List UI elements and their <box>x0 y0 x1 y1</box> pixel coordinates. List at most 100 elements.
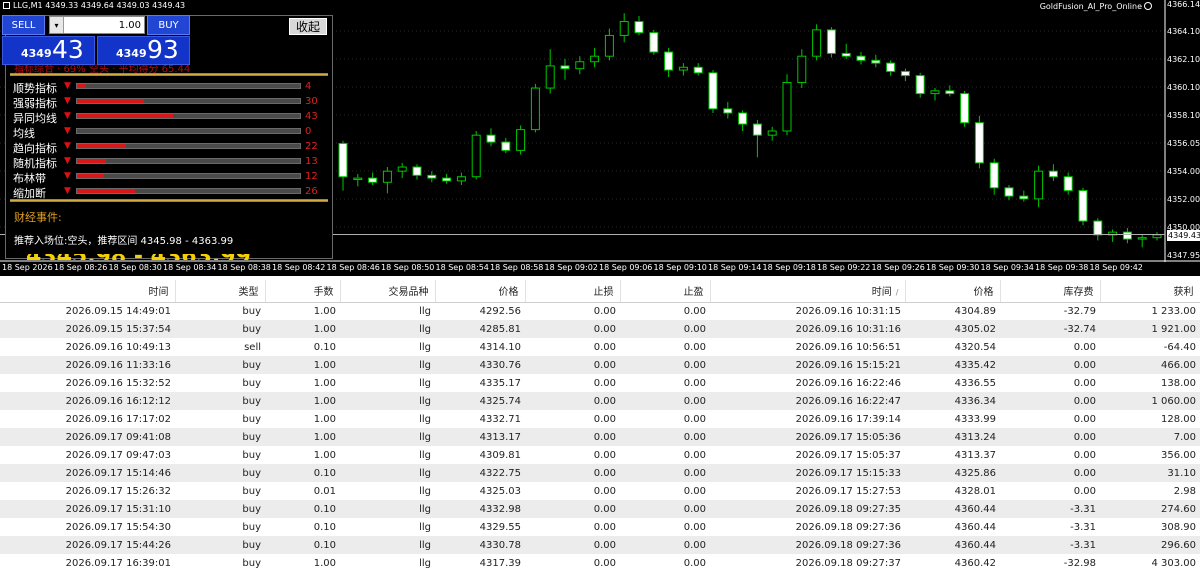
column-header[interactable]: 交易品种 <box>340 280 436 303</box>
candle-body <box>723 108 733 114</box>
table-cell: 4360.44 <box>905 500 1000 518</box>
table-cell: 0.00 <box>525 320 620 338</box>
table-cell: buy <box>175 464 265 482</box>
table-cell: 4285.81 <box>435 320 525 338</box>
table-row[interactable]: 2026.09.17 09:41:08 buy 1.00 llg 4313.17 0.00… <box>0 428 1200 446</box>
buy-price-small: 4349 <box>116 47 147 60</box>
table-cell: llg <box>340 392 435 410</box>
table-cell: 4304.89 <box>905 302 1000 320</box>
table-cell: 2026.09.17 09:41:08 <box>0 428 175 446</box>
time-axis-label: 18 Sep 09:30 <box>926 263 980 272</box>
indicator-value: 43 <box>305 111 318 122</box>
candle-body <box>841 52 851 57</box>
column-header[interactable]: 价格 <box>435 280 526 303</box>
candle <box>1122 227 1132 244</box>
candle-body <box>634 21 644 34</box>
column-header[interactable]: 止盈 <box>620 280 711 303</box>
candle <box>738 110 748 132</box>
column-header[interactable]: 获利 <box>1100 280 1200 303</box>
column-header[interactable]: 止损 <box>525 280 621 303</box>
table-row[interactable]: 2026.09.16 17:17:02 buy 1.00 llg 4332.71 0.00… <box>0 410 1200 428</box>
table-cell: 4292.56 <box>435 302 525 320</box>
candle <box>560 58 570 80</box>
table-cell: 2026.09.17 09:47:03 <box>0 446 175 464</box>
table-row[interactable]: 2026.09.17 16:39:01 buy 1.00 llg 4317.39 0.00… <box>0 554 1200 570</box>
candle <box>338 140 348 191</box>
lot-size-value[interactable]: 1.00 <box>64 20 144 31</box>
table-cell: 2026.09.17 15:05:36 <box>710 428 905 446</box>
table-cell: 4333.99 <box>905 410 1000 428</box>
candle <box>590 47 600 68</box>
candle-body <box>1019 195 1029 200</box>
time-axis-label: 18 Sep 09:10 <box>653 263 707 272</box>
candle-body <box>530 87 540 131</box>
lot-dropdown-icon[interactable]: ▾ <box>50 17 64 33</box>
candle-body <box>338 142 348 178</box>
table-cell: 0.00 <box>525 428 620 446</box>
table-cell: 1.00 <box>265 554 340 570</box>
candle <box>915 72 925 98</box>
sell-button[interactable]: SELL <box>2 15 45 35</box>
indicator-bar <box>76 143 301 149</box>
table-cell: 2026.09.15 15:37:54 <box>0 320 175 338</box>
history-table: 时间 类型 手数 交易品种 价格 止损 止盈 时间 / 价格 库存费 获利 2026.09.15 14… <box>0 280 1200 570</box>
table-cell: 0.00 <box>1000 428 1100 446</box>
time-axis-label: 18 Sep 08:58 <box>490 263 544 272</box>
candle <box>382 167 392 194</box>
table-cell: 4313.24 <box>905 428 1000 446</box>
column-header[interactable]: 时间 / <box>710 280 906 303</box>
table-row[interactable]: 2026.09.16 10:49:13 sell 0.10 llg 4314.10 0.0… <box>0 338 1200 356</box>
table-row[interactable]: 2026.09.16 11:33:16 buy 1.00 llg 4330.76 0.00… <box>0 356 1200 374</box>
table-row[interactable]: 2026.09.16 15:32:52 buy 1.00 llg 4335.17 0.00… <box>0 374 1200 392</box>
time-axis-label: 18 Sep 09:22 <box>817 263 871 272</box>
indicator-value: 13 <box>305 156 318 167</box>
table-cell: 4320.54 <box>905 338 1000 356</box>
table-row[interactable]: 2026.09.16 16:12:12 buy 1.00 llg 4325.74 0.00… <box>0 392 1200 410</box>
table-cell: 0.00 <box>525 392 620 410</box>
table-row[interactable]: 2026.09.17 15:14:46 buy 0.10 llg 4322.75 0.00… <box>0 464 1200 482</box>
table-row[interactable]: 2026.09.17 15:44:26 buy 0.10 llg 4330.78 0.00… <box>0 536 1200 554</box>
candle-body <box>1063 176 1073 192</box>
table-cell: 0.00 <box>525 374 620 392</box>
sell-price-button[interactable]: 4349 43 <box>2 35 95 65</box>
buy-button[interactable]: BUY <box>147 15 190 35</box>
table-cell: buy <box>175 536 265 554</box>
table-cell: 4325.03 <box>435 482 525 500</box>
buy-price-big: 93 <box>147 35 179 64</box>
time-axis-label: 18 Sep 09:18 <box>762 263 816 272</box>
time-axis-label: 18 Sep 08:54 <box>435 263 489 272</box>
candle-body <box>516 129 526 151</box>
candle <box>664 47 674 77</box>
column-header[interactable]: 手数 <box>265 280 341 303</box>
lot-size-field[interactable]: ▾ 1.00 <box>49 16 145 34</box>
candle-body <box>486 134 496 143</box>
table-cell: 7.00 <box>1100 428 1200 446</box>
candle-body <box>1093 220 1103 236</box>
table-cell: 2026.09.17 15:14:46 <box>0 464 175 482</box>
column-header[interactable]: 类型 <box>175 280 266 303</box>
column-header[interactable]: 价格 <box>905 280 1001 303</box>
column-header[interactable]: 库存费 <box>1000 280 1101 303</box>
buy-price-button[interactable]: 4349 93 <box>97 35 190 65</box>
candle-body <box>812 29 822 57</box>
column-header-label: 价格 <box>973 287 994 299</box>
table-cell: 2026.09.16 15:32:52 <box>0 374 175 392</box>
table-row[interactable]: 2026.09.17 15:26:32 buy 0.01 llg 4325.03 0.00… <box>0 482 1200 500</box>
table-row[interactable]: 2026.09.15 15:37:54 buy 1.00 llg 4285.81 0.00… <box>0 320 1200 338</box>
column-header[interactable]: 时间 <box>0 280 176 303</box>
trade-history[interactable]: 时间 类型 手数 交易品种 价格 止损 止盈 时间 / 价格 库存费 获利 2026.09.15 14… <box>0 280 1200 570</box>
table-row[interactable]: 2026.09.15 14:49:01 buy 1.00 llg 4292.56 0.00… <box>0 302 1200 320</box>
table-row[interactable]: 2026.09.17 09:47:03 buy 1.00 llg 4309.81 0.00… <box>0 446 1200 464</box>
table-cell: 2026.09.18 09:27:36 <box>710 536 905 554</box>
table-cell: 0.00 <box>525 338 620 356</box>
indicator-bar-fill <box>77 189 135 193</box>
candle <box>871 54 881 68</box>
table-cell: 0.00 <box>620 338 710 356</box>
table-cell: 0.00 <box>525 500 620 518</box>
collapse-button[interactable]: 收起 <box>289 18 327 35</box>
table-cell: 0.00 <box>620 374 710 392</box>
candle <box>456 172 466 186</box>
table-row[interactable]: 2026.09.17 15:54:30 buy 0.10 llg 4329.55 0.00… <box>0 518 1200 536</box>
table-row[interactable]: 2026.09.17 15:31:10 buy 0.10 llg 4332.98 0.00… <box>0 500 1200 518</box>
price-chart[interactable]: LLG,M1 4349.33 4349.64 4349.03 4349.43 G… <box>0 0 1200 276</box>
